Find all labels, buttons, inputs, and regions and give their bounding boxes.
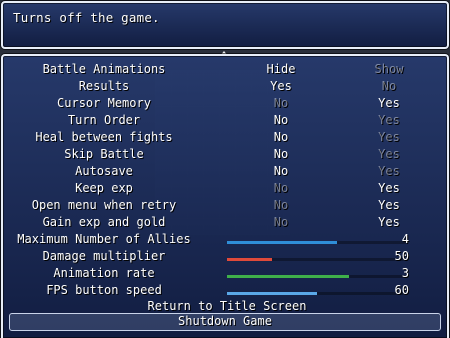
gauge-label: Maximum Number of Allies [17,232,191,246]
option-choice-yes[interactable]: Yes [261,78,301,95]
option-choice-hide[interactable]: Hide [261,61,301,78]
shutdown-game-command[interactable]: Shutdown Game [1,313,449,330]
option-choice-no[interactable]: No [261,214,301,231]
option-label: Skip Battle [64,147,144,161]
gauge-fill [227,275,350,278]
option-row-turn-order[interactable]: Turn Order No Yes [3,112,450,129]
help-text: Turns off the game. [13,10,160,25]
gauge-value: 60 [394,283,409,297]
option-choice-yes[interactable]: Yes [369,197,409,214]
gauge-row-damage-multiplier[interactable]: Damage multiplier 50 [3,248,450,265]
gauge-label: FPS button speed [46,283,162,297]
option-label: Turn Order [67,113,141,127]
option-choice-no[interactable]: No [261,146,301,163]
gauge-value: 4 [401,232,409,246]
option-row-results[interactable]: Results Yes No [3,78,450,95]
option-choice-yes[interactable]: Yes [369,95,409,112]
option-choice-yes[interactable]: Yes [369,112,409,129]
option-label: Heal between fights [35,130,173,144]
gauge-label: Animation rate [53,266,155,280]
option-choice-no[interactable]: No [261,95,301,112]
gauge-row-max-allies[interactable]: Maximum Number of Allies 4 [3,231,450,248]
option-label: Cursor Memory [57,96,151,110]
gauge-value: 3 [401,266,409,280]
gauge-fill [227,241,337,244]
help-window: Turns off the game. [1,1,449,49]
option-row-battle-animations[interactable]: Battle Animations Hide Show [3,61,450,78]
option-choice-no[interactable]: No [261,180,301,197]
option-choice-no[interactable]: No [261,129,301,146]
option-choice-no[interactable]: No [261,197,301,214]
gauge-row-animation-rate[interactable]: Animation rate 3 [3,265,450,282]
gauge-fill [227,258,272,261]
option-choice-yes[interactable]: Yes [369,146,409,163]
option-row-gain-exp-and-gold[interactable]: Gain exp and gold No Yes [3,214,450,231]
option-row-heal-between-fights[interactable]: Heal between fights No Yes [3,129,450,146]
option-row-skip-battle[interactable]: Skip Battle No Yes [3,146,450,163]
option-row-keep-exp[interactable]: Keep exp No Yes [3,180,450,197]
option-label: Open menu when retry [31,198,177,212]
option-choice-no[interactable]: No [261,163,301,180]
option-choice-yes[interactable]: Yes [369,214,409,231]
option-label: Results [78,79,130,93]
option-label: Gain exp and gold [42,215,166,229]
option-choice-no[interactable]: No [261,112,301,129]
option-row-cursor-memory[interactable]: Cursor Memory No Yes [3,95,450,112]
gauge-row-fps-button-speed[interactable]: FPS button speed 60 [3,282,450,299]
gauge-value: 50 [394,249,409,263]
option-choice-show[interactable]: Show [369,61,409,78]
option-choice-no[interactable]: No [369,78,409,95]
option-label: Battle Animations [42,62,166,76]
gauge-label: Damage multiplier [42,249,166,263]
gauge-fill [227,292,317,295]
option-row-autosave[interactable]: Autosave No Yes [3,163,450,180]
option-choice-yes[interactable]: Yes [369,129,409,146]
option-label: Keep exp [75,181,133,195]
option-choice-yes[interactable]: Yes [369,180,409,197]
option-label: Autosave [75,164,133,178]
option-row-open-menu-when-retry[interactable]: Open menu when retry No Yes [3,197,450,214]
options-window: Battle Animations Hide Show Results Yes … [1,54,449,338]
option-choice-yes[interactable]: Yes [369,163,409,180]
shutdown-game-label: Shutdown Game [178,314,272,328]
